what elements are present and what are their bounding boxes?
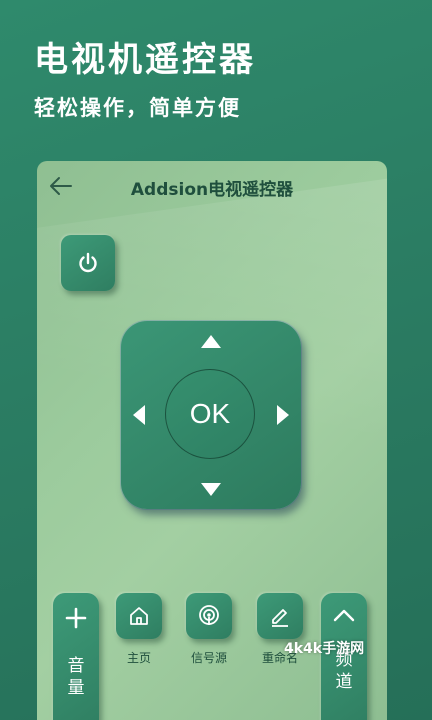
home-button[interactable]: [116, 593, 162, 639]
volume-button[interactable]: 音量: [53, 593, 99, 720]
dpad-right-button[interactable]: [277, 405, 289, 425]
watermark: 4k4k手游网: [284, 641, 365, 657]
signal-source-icon: [199, 605, 219, 625]
hero-subtitle: 轻松操作，简单方便: [34, 96, 241, 120]
edit-icon: [272, 609, 288, 627]
app-title: Addsion电视遥控器: [130, 180, 294, 200]
home-label: 主页: [126, 651, 151, 665]
ok-button[interactable]: OK: [165, 369, 255, 459]
chevron-up-icon: [333, 609, 355, 622]
power-icon: [79, 252, 97, 273]
volume-label: 音量: [67, 656, 85, 698]
home-icon: [130, 607, 148, 625]
dpad-down-button[interactable]: [201, 483, 221, 496]
plus-icon: [65, 607, 87, 629]
ok-label: OK: [189, 398, 231, 429]
dpad: OK: [121, 321, 301, 509]
phone-screen: Addsion电视遥控器 OK 音量 主页 信号源 重命名 频道: [37, 161, 387, 720]
hero-title: 电视机遥控器: [34, 40, 256, 80]
power-button[interactable]: [61, 235, 115, 291]
source-button[interactable]: [186, 593, 232, 639]
rename-button[interactable]: [257, 593, 303, 639]
dpad-left-button[interactable]: [133, 405, 145, 425]
source-label: 信号源: [190, 651, 227, 665]
dpad-up-button[interactable]: [201, 335, 221, 348]
